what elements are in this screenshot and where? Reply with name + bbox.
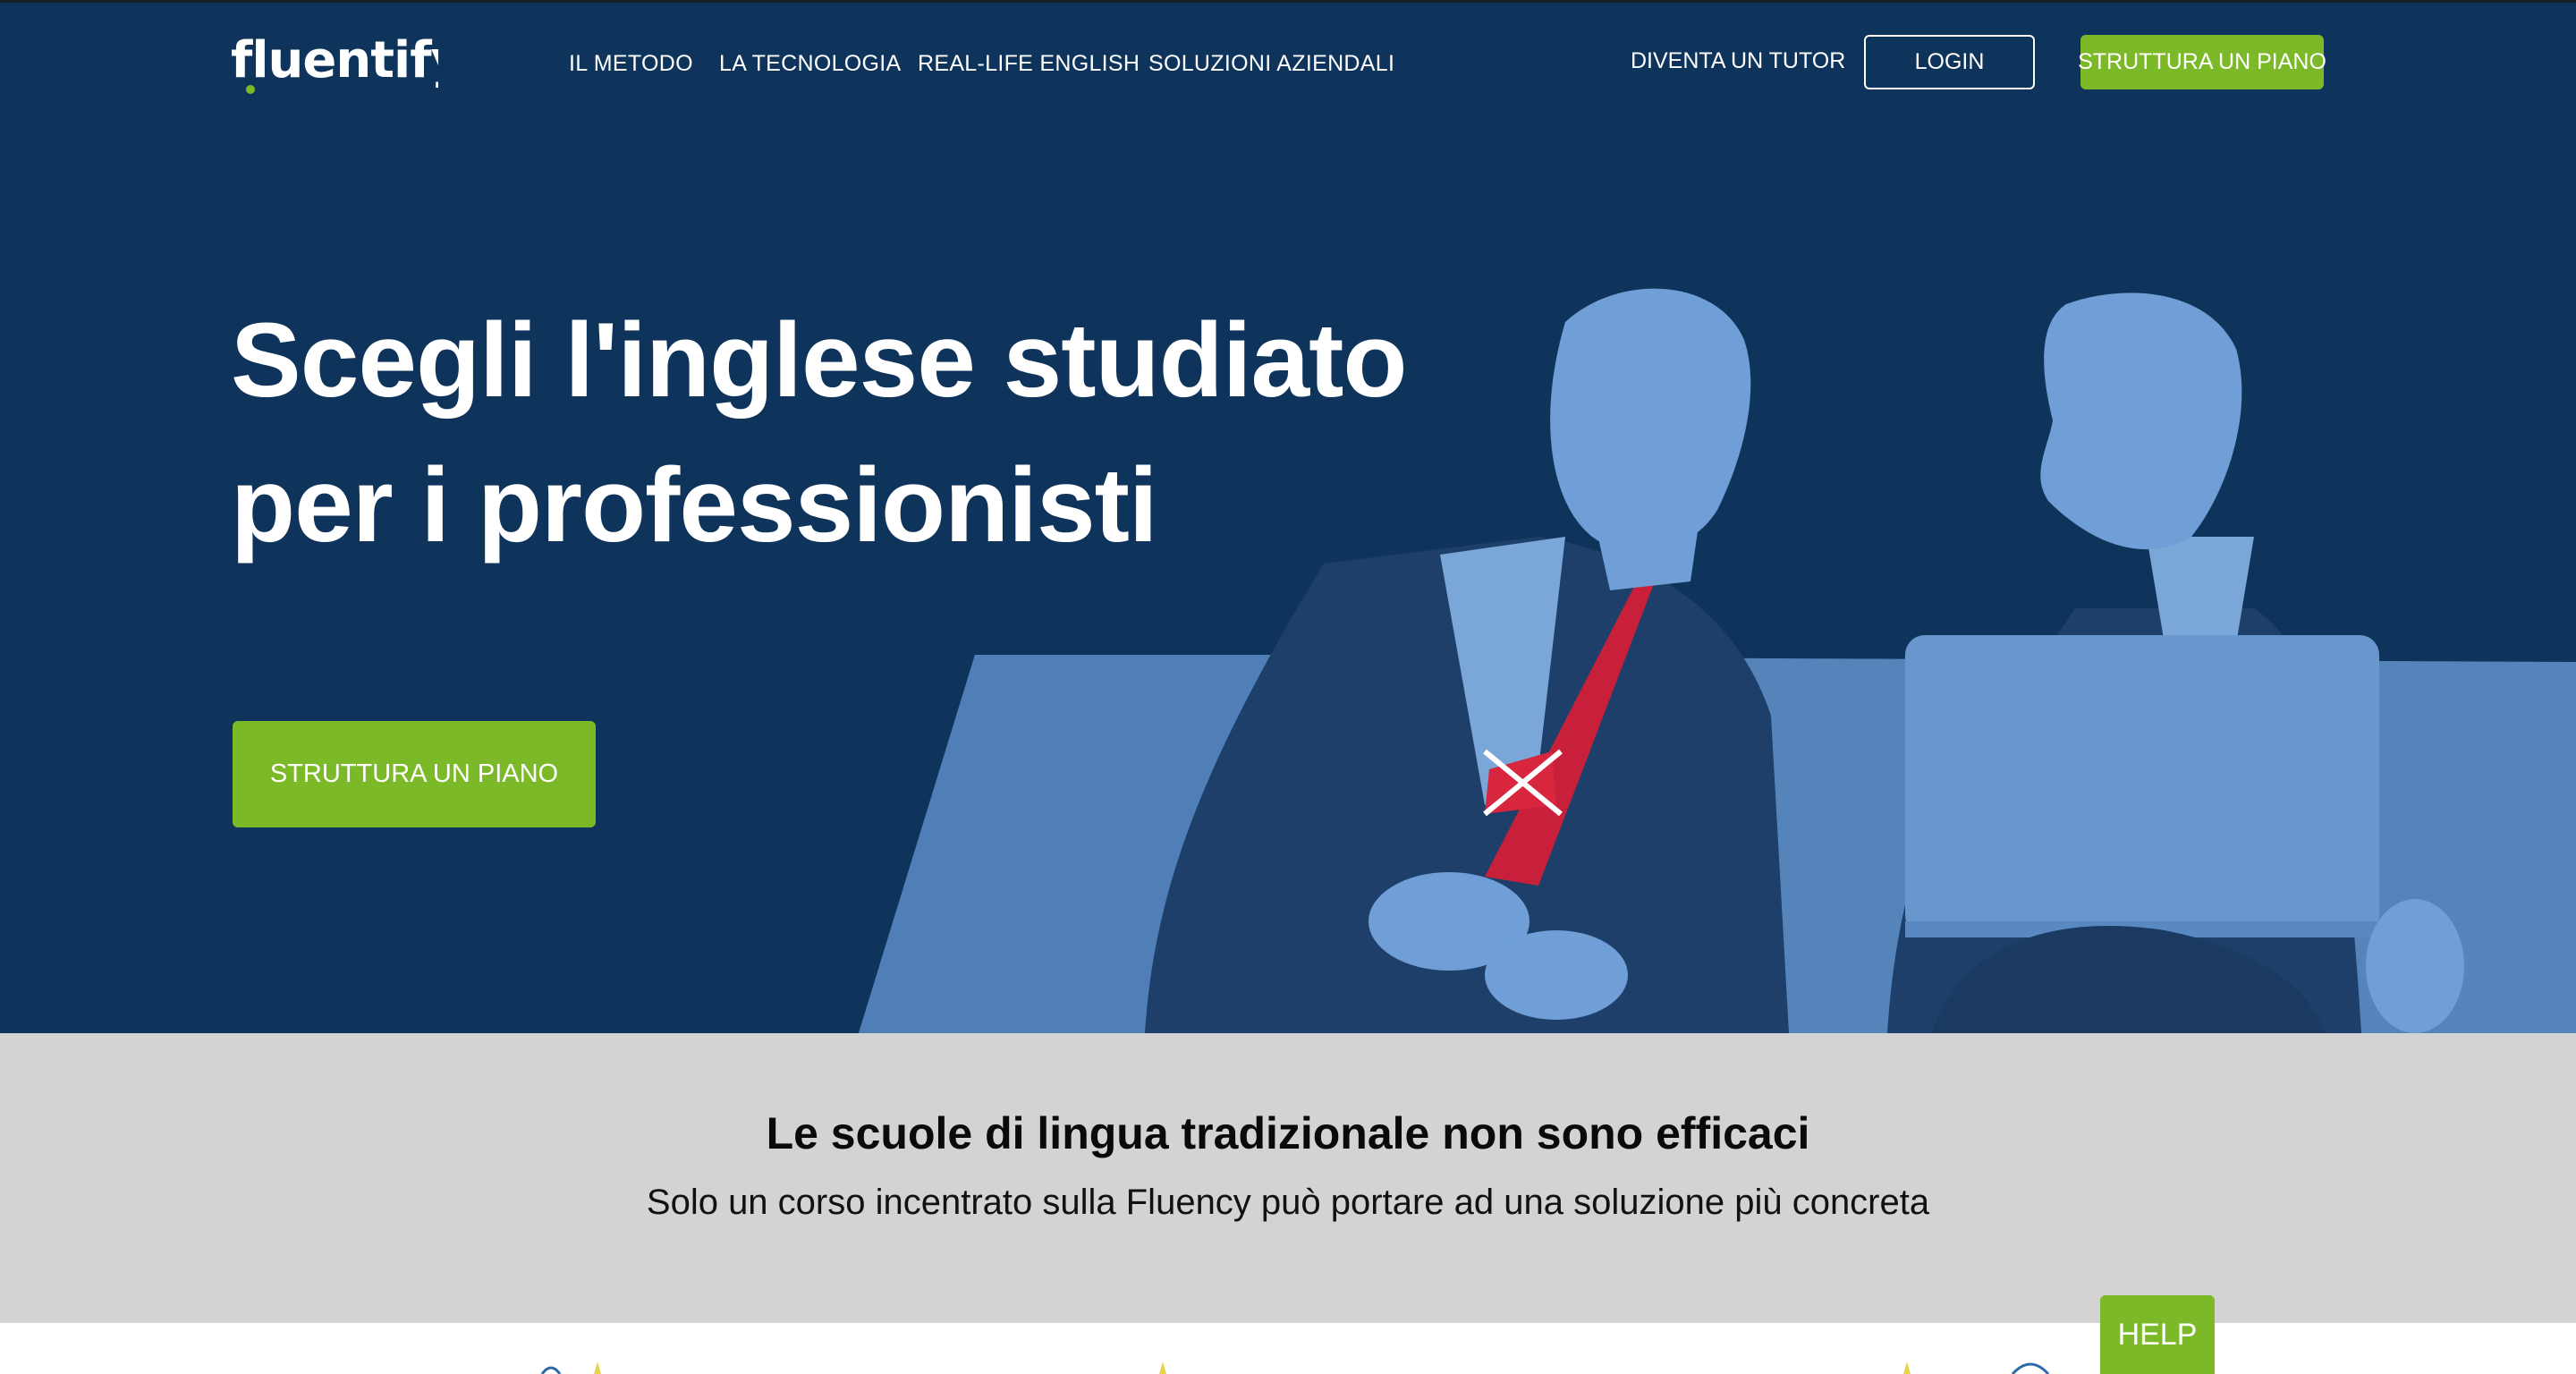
feature-icon-1 [540,1366,562,1374]
man-left-hand-2 [1485,930,1628,1020]
hero-headline: Scegli l'inglese studiato per i professi… [231,288,1483,578]
logo-text: fluentify [231,31,438,89]
nav-il-metodo[interactable]: IL METODO [569,51,693,77]
feature-icon-1-star [594,1361,601,1374]
laptop [1905,635,2379,935]
top-border [0,0,2576,3]
feature-icon-2-star [1159,1361,1166,1374]
hero-section: fluentify IL METODO LA TECNOLOGIA REAL-L… [0,0,2576,1033]
fluentify-logo[interactable]: fluentify [231,23,438,95]
login-button[interactable]: LOGIN [1864,35,2035,89]
feature-icon-3 [2011,1362,2050,1374]
band-title: Le scuole di lingua tradizionale non son… [766,1108,1810,1158]
hero-headline-line-2: per i professionisti [231,446,1158,564]
man-right-shirt [2147,537,2254,644]
feature-icon-3-star [1903,1361,1911,1374]
band-subtitle: Solo un corso incentrato sulla Fluency p… [646,1183,1930,1222]
man-left-head [1550,288,1751,552]
man-left-neck [1592,510,1699,590]
help-button[interactable]: HELP [2100,1295,2215,1374]
struttura-piano-header-button[interactable]: STRUTTURA UN PIANO [2078,35,2326,89]
man-right-head [2040,293,2242,550]
nav-real-life-english[interactable]: REAL-LIFE ENGLISH [918,51,1140,77]
man-right-hand [2366,899,2464,1033]
hero-headline-line-1: Scegli l'inglese studiato [231,301,1407,420]
nav-soluzioni-aziendali[interactable]: SOLUZIONI AZIENDALI [1148,51,1394,77]
logo-leaf-icon [246,85,255,94]
diventa-tutor-link[interactable]: DIVENTA UN TUTOR [1631,48,1845,74]
nav-la-tecnologia[interactable]: LA TECNOLOGIA [719,51,902,77]
info-band [0,1033,2576,1323]
struttura-piano-hero-button[interactable]: STRUTTURA UN PIANO [233,721,596,827]
